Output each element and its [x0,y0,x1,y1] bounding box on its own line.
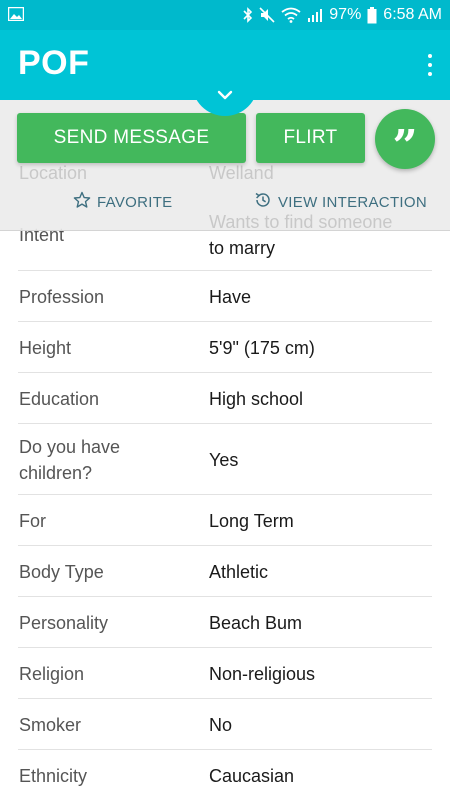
quote-icon: ” [392,121,418,172]
detail-value: Caucasian [209,766,295,786]
history-icon [254,191,272,213]
detail-row-height: Height 5'9" (175 cm) [18,322,432,373]
detail-row-profession: Profession Have [18,271,432,322]
star-icon [73,191,91,213]
detail-row-body-type: Body Type Athletic [18,546,432,597]
detail-row-smoker: Smoker No [18,699,432,750]
detail-value: Athletic [209,562,269,582]
app-title: POF [18,44,90,82]
location-label: Location [19,163,88,183]
view-interaction-link[interactable]: VIEW INTERACTION [254,191,427,213]
favorite-label: FAVORITE [97,193,173,211]
detail-row-for: For Long Term [18,495,432,546]
detail-value: Non-religious [209,664,316,684]
detail-value: 5'9" (175 cm) [209,338,315,358]
quote-button[interactable]: ” [375,109,435,169]
mute-icon [259,7,275,23]
battery-percent: 97% [329,6,362,23]
view-interaction-label: VIEW INTERACTION [278,193,427,211]
detail-label: Profession [19,287,105,307]
detail-label: Height [19,338,72,358]
bluetooth-icon [243,7,253,23]
detail-value: Beach Bum [209,613,303,633]
detail-value: Yes [209,450,239,470]
detail-label: Education [19,389,100,409]
flirt-button[interactable]: FLIRT [256,113,365,163]
detail-value: No [209,715,233,735]
status-bar: 97% 6:58 AM [0,0,450,30]
clock: 6:58 AM [383,6,442,23]
detail-label: For [19,511,46,531]
detail-label: Personality [19,613,109,633]
detail-row-religion: Religion Non-religious [18,648,432,699]
detail-value: to marry [209,238,276,258]
signal-icon [307,7,323,23]
detail-label: Religion [19,664,85,684]
detail-row-personality: Personality Beach Bum [18,597,432,648]
intent-value-line1: Wants to find someone [209,212,393,232]
favorite-link[interactable]: FAVORITE [73,191,172,213]
send-message-button[interactable]: SEND MESSAGE [17,113,246,163]
location-value: Welland [209,163,274,183]
detail-label: Ethnicity [19,766,88,786]
detail-label: Smoker [19,715,82,735]
detail-value: High school [209,389,304,409]
detail-value: Have [209,287,252,307]
battery-icon [367,6,377,24]
chevron-down-icon [217,87,233,105]
detail-label: Do you have children? [19,437,121,483]
detail-row-children: Do you have children? Yes [18,424,432,495]
detail-row-ethnicity: Ethnicity Caucasian [18,750,432,800]
gallery-icon [8,7,24,21]
overflow-menu-icon[interactable] [426,54,434,78]
wifi-icon [281,7,301,23]
detail-row-education: Education High school [18,373,432,424]
detail-value: Long Term [209,511,294,531]
detail-label: Body Type [19,562,104,582]
